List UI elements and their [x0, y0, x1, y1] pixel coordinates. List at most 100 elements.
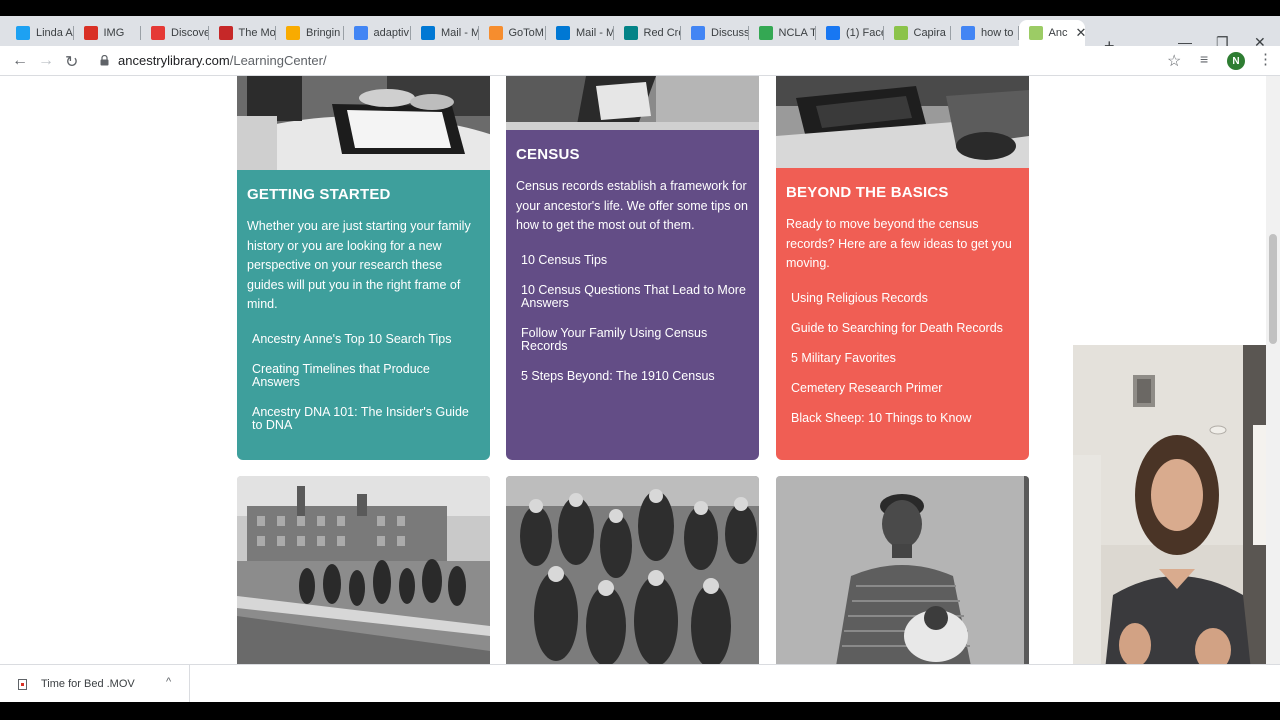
clapper-icon [83, 26, 98, 40]
browser-tab[interactable]: Anc ✕ [1018, 20, 1085, 46]
link-10-census-questions[interactable]: 10 Census Questions That Lead to More An… [521, 283, 749, 310]
drive-icon [758, 26, 773, 40]
browser-tab[interactable]: Linda A [6, 20, 74, 46]
kebab-menu-icon[interactable]: ⋮ [1258, 50, 1273, 68]
download-file-name: Time for Bed .MOV [41, 678, 135, 690]
card-title: BEYOND THE BASICS [786, 184, 949, 201]
link-1910-census[interactable]: 5 Steps Beyond: The 1910 Census [521, 369, 749, 383]
back-button[interactable]: ← [12, 52, 28, 70]
tab-label: Anc [1048, 27, 1068, 39]
card-beyond-the-basics: BEYOND THE BASICS Ready to move beyond t… [776, 76, 1029, 460]
lock-icon[interactable] [100, 55, 109, 66]
browser-tab[interactable]: Discuss [681, 20, 749, 46]
tab-label: Discove [171, 27, 209, 39]
webcam-overlay [1073, 345, 1266, 689]
photo-soldiers[interactable] [506, 476, 759, 664]
card-description: Census records establish a framework for… [516, 179, 748, 232]
tab-label: NCLA T [778, 27, 817, 39]
capira-icon [893, 26, 908, 40]
heart-icon [151, 26, 165, 40]
tab-label: Mail - M [441, 27, 479, 39]
card-photo-meeting [237, 76, 490, 170]
sway-icon [623, 26, 638, 40]
tab-label: Linda A [36, 27, 73, 39]
docs-icon [691, 26, 705, 40]
link-creating-timelines[interactable]: Creating Timelines that Produce Answers [252, 362, 480, 389]
drive-icon [286, 26, 300, 40]
reload-button[interactable]: ↻ [65, 52, 78, 72]
photo-mother-child[interactable] [776, 476, 1029, 664]
card-description: Ready to move beyond the census records?… [786, 217, 1012, 270]
browser-tab[interactable]: adaptiv [344, 20, 411, 46]
browser-tab[interactable]: The Mo [209, 20, 276, 46]
link-follow-your-family[interactable]: Follow Your Family Using Census Records [521, 326, 749, 353]
outlook-icon [556, 26, 570, 40]
download-shelf: Time for Bed .MOV ^ [0, 664, 1280, 703]
gotomeeting-icon [488, 26, 503, 40]
browser-tab[interactable]: Mail - M [546, 20, 614, 46]
bottom-letterbox [0, 702, 1280, 720]
card-photo-census [506, 76, 759, 130]
tab-strip: Linda A IMG Discove The Mo Bringin adaptiv Mai… [0, 16, 1280, 56]
tab-label: Bringin [306, 27, 341, 39]
swirl-icon [218, 26, 233, 40]
link-top-10-search-tips[interactable]: Ancestry Anne's Top 10 Search Tips [252, 332, 480, 346]
browser-tab[interactable]: Red Cro [614, 20, 682, 46]
browser-tab[interactable]: Discove [141, 20, 209, 46]
address-bar[interactable]: ancestrylibrary.com/LearningCenter/ [118, 53, 327, 68]
browser-tab[interactable]: how to [951, 20, 1019, 46]
card-description: Whether you are just starting your famil… [247, 219, 471, 311]
card-getting-started: GETTING STARTED Whether you are just sta… [237, 76, 490, 460]
link-religious-records[interactable]: Using Religious Records [791, 291, 1019, 305]
forward-button[interactable]: → [38, 52, 54, 70]
link-black-sheep[interactable]: Black Sheep: 10 Things to Know [791, 411, 1019, 425]
video-file-icon [18, 679, 27, 690]
address-path: /LearningCenter/ [229, 53, 327, 68]
tab-label: IMG [103, 27, 125, 39]
address-host: ancestrylibrary.com [118, 53, 230, 68]
card-photo-computer [776, 76, 1029, 168]
tab-label: Capira [913, 27, 946, 39]
card-title: CENSUS [516, 146, 580, 163]
browser-tab[interactable]: Capira [884, 20, 951, 46]
google-icon [353, 26, 368, 40]
bookmark-star-icon[interactable]: ☆ [1167, 51, 1181, 71]
tab-label: The Mo [238, 27, 276, 39]
tab-label: Discuss [711, 27, 749, 39]
close-tab-icon[interactable]: ✕ [1075, 25, 1084, 41]
tab-label: Mail - M [576, 27, 614, 39]
link-10-census-tips[interactable]: 10 Census Tips [521, 253, 749, 267]
tab-label: Red Cro [643, 27, 682, 39]
chevron-up-icon[interactable]: ^ [166, 676, 171, 688]
card-title: GETTING STARTED [247, 186, 391, 203]
tab-label: adaptiv [373, 27, 409, 39]
outlook-icon [421, 26, 435, 40]
card-body-getting-started: GETTING STARTED Whether you are just sta… [237, 170, 490, 460]
ancestry-leaf-icon [1028, 26, 1043, 40]
link-dna-101[interactable]: Ancestry DNA 101: The Insider's Guide to… [252, 405, 480, 432]
screen: Linda A IMG Discove The Mo Bringin adaptiv Mai… [0, 0, 1280, 720]
browser-tab[interactable]: Mail - M [411, 20, 479, 46]
scrollbar-thumb[interactable] [1269, 234, 1277, 344]
card-body-beyond: BEYOND THE BASICS Ready to move beyond t… [776, 168, 1029, 460]
download-item[interactable]: Time for Bed .MOV ^ [0, 665, 190, 703]
link-death-records[interactable]: Guide to Searching for Death Records [791, 321, 1019, 335]
top-letterbox [0, 0, 1280, 16]
browser-tab[interactable]: IMG [74, 20, 141, 46]
google-icon [961, 26, 975, 40]
tab-label: (1) Face [846, 27, 884, 39]
link-military-favorites[interactable]: 5 Military Favorites [791, 351, 1019, 365]
photo-ellis-island[interactable] [237, 476, 490, 664]
page-scrollbar[interactable] [1266, 76, 1280, 664]
tab-label: how to [981, 27, 1014, 39]
browser-tab[interactable]: Bringin [276, 20, 344, 46]
card-body-census: CENSUS Census records establish a framew… [506, 130, 759, 460]
browser-tab[interactable]: NCLA T [749, 20, 817, 46]
link-cemetery-primer[interactable]: Cemetery Research Primer [791, 381, 1019, 395]
browser-tab[interactable]: GoToM [479, 20, 546, 46]
media-control-icon[interactable]: ≡ [1200, 51, 1208, 67]
profile-avatar[interactable]: N [1227, 52, 1245, 70]
facebook-icon [826, 26, 840, 40]
twitter-icon [16, 26, 30, 40]
browser-tab[interactable]: (1) Face [816, 20, 884, 46]
